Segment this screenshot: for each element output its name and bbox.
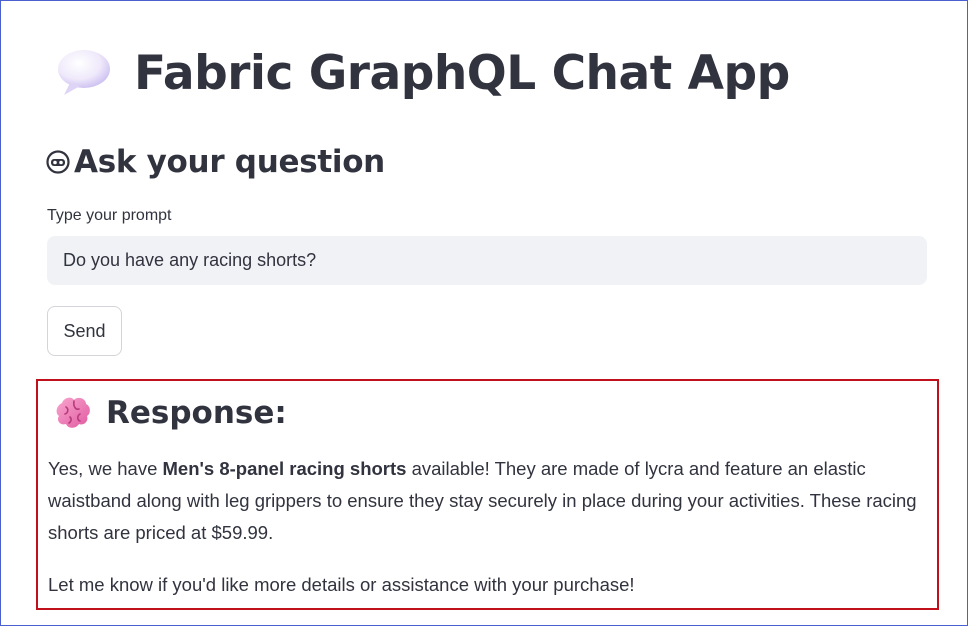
speech-bubble-icon: [56, 45, 112, 101]
response-heading: Response:: [54, 393, 287, 433]
brain-icon: [54, 395, 92, 431]
response-paragraph-2: Let me know if you'd like more details o…: [48, 574, 635, 595]
response-text: Yes, we have Men's 8-panel racing shorts…: [48, 453, 928, 621]
response-panel: Response: Yes, we have Men's 8-panel rac…: [36, 379, 939, 610]
prompt-input[interactable]: Do you have any racing shorts?: [47, 236, 927, 285]
alien-monster-icon: [46, 150, 70, 174]
page-title: Fabric GraphQL Chat App: [134, 45, 790, 101]
prompt-input-value: Do you have any racing shorts?: [63, 250, 317, 270]
send-button[interactable]: Send: [47, 306, 122, 356]
ask-section-heading: Ask your question: [46, 140, 385, 184]
ask-heading-text: Ask your question: [74, 144, 385, 180]
app-title: Fabric GraphQL Chat App: [56, 38, 790, 108]
response-heading-text: Response:: [106, 395, 287, 431]
response-paragraph-1: Yes, we have Men's 8-panel racing shorts…: [48, 458, 917, 543]
product-name: Men's 8-panel racing shorts: [162, 458, 407, 479]
prompt-label: Type your prompt: [47, 207, 172, 224]
